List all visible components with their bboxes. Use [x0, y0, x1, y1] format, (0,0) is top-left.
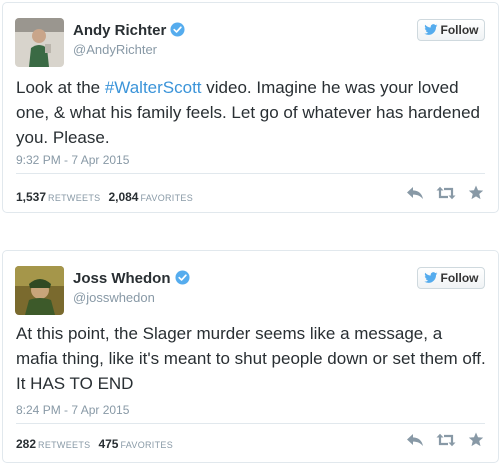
retweet-count-number: 1,537 — [16, 190, 47, 204]
tweet-text: Look at the #WalterScott video. Imagine … — [16, 75, 488, 150]
tweet-card: Andy Richter @AndyRichter Follow Look at… — [2, 2, 499, 213]
user-handle[interactable]: @josswhedon — [73, 290, 155, 305]
avatar[interactable] — [15, 266, 64, 315]
avatar-photo — [15, 18, 64, 67]
favorite-count-number: 475 — [98, 437, 119, 451]
tweet-text: At this point, the Slager murder seems l… — [16, 324, 486, 393]
tweet-text-part: Look at the — [16, 78, 105, 97]
retweet-count[interactable]: 1,537 RETWEETS — [16, 190, 100, 204]
favorite-count[interactable]: 475 FAVORITES — [98, 437, 173, 451]
favorite-count-number: 2,084 — [108, 190, 139, 204]
reply-icon[interactable] — [406, 433, 424, 447]
follow-button-label: Follow — [440, 271, 479, 285]
twitter-bird-icon — [423, 24, 438, 36]
tweet-stats: 282 RETWEETS 475 FAVORITES — [16, 437, 173, 451]
avatar-photo — [15, 266, 64, 315]
user-handle[interactable]: @AndyRichter — [73, 42, 157, 57]
retweet-icon[interactable] — [436, 433, 456, 447]
tweet-actions — [406, 432, 484, 447]
hashtag-link[interactable]: #WalterScott — [105, 78, 202, 97]
retweet-count-label: RETWEETS — [38, 440, 91, 450]
tweet-timestamp[interactable]: 9:32 PM - 7 Apr 2015 — [16, 153, 129, 167]
follow-button-label: Follow — [440, 23, 479, 37]
reply-icon[interactable] — [406, 186, 424, 200]
tweet-timestamp[interactable]: 8:24 PM - 7 Apr 2015 — [16, 403, 129, 417]
tweet-card: Joss Whedon @josswhedon Follow At this p… — [2, 250, 499, 463]
retweet-count-number: 282 — [16, 437, 37, 451]
tweet-actions — [406, 185, 484, 200]
divider — [16, 423, 485, 424]
display-name-text[interactable]: Joss Whedon — [73, 270, 171, 287]
favorite-count[interactable]: 2,084 FAVORITES — [108, 190, 193, 204]
verified-badge-icon — [170, 22, 185, 41]
retweet-icon[interactable] — [436, 186, 456, 200]
tweet-stats: 1,537 RETWEETS 2,084 FAVORITES — [16, 190, 193, 204]
display-name-text[interactable]: Andy Richter — [73, 22, 166, 39]
favorite-count-label: FAVORITES — [140, 193, 194, 203]
favorite-count-label: FAVORITES — [120, 440, 174, 450]
verified-badge-icon — [174, 270, 190, 289]
favorite-star-icon[interactable] — [468, 432, 484, 447]
avatar[interactable] — [15, 18, 64, 67]
retweet-count-label: RETWEETS — [48, 193, 101, 203]
follow-button[interactable]: Follow — [417, 19, 485, 41]
twitter-bird-icon — [423, 272, 438, 284]
retweet-count[interactable]: 282 RETWEETS — [16, 437, 90, 451]
follow-button[interactable]: Follow — [417, 267, 485, 289]
display-name[interactable]: Joss Whedon — [73, 270, 190, 289]
divider — [16, 173, 485, 174]
display-name[interactable]: Andy Richter — [73, 22, 185, 41]
favorite-star-icon[interactable] — [468, 185, 484, 200]
